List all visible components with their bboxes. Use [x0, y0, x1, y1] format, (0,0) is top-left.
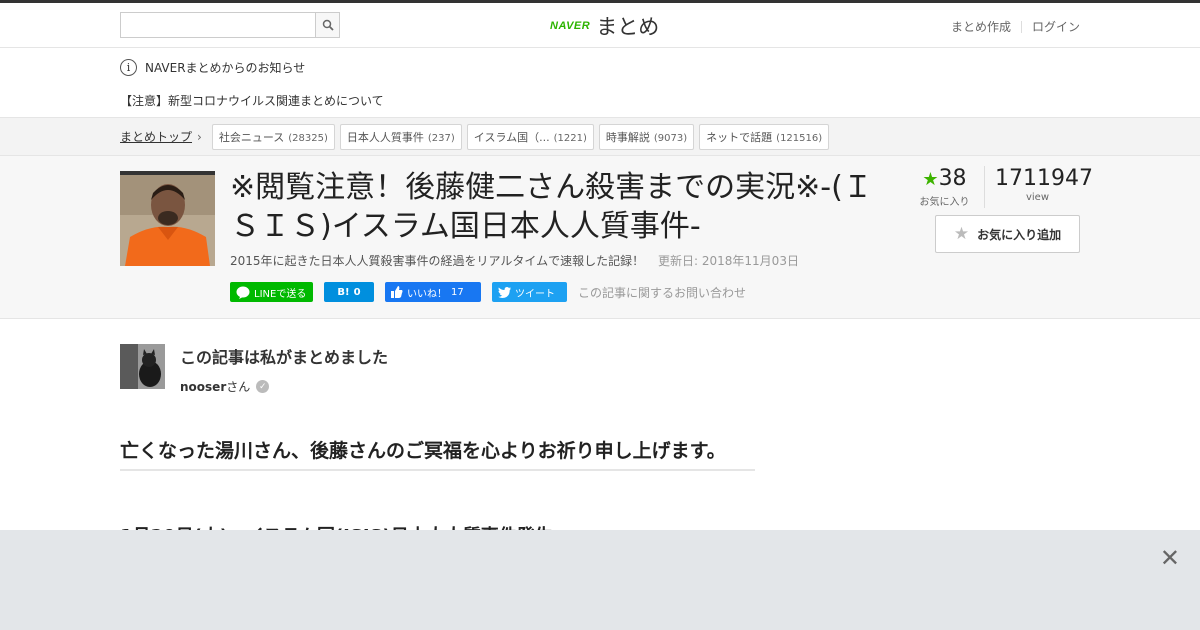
facebook-like-count: 17: [451, 286, 464, 298]
notice-header[interactable]: i NAVERまとめからのお知らせ: [120, 48, 1200, 86]
tag-label: イスラム国（...: [473, 130, 550, 144]
tag-count: (237): [427, 132, 455, 144]
inquiry-link[interactable]: この記事に関するお問い合わせ: [578, 284, 746, 301]
view-count: 1711947: [995, 166, 1093, 191]
tag-count: (121516): [776, 132, 823, 144]
tag-label: 時事解説: [605, 130, 650, 144]
updated-date: 更新日: 2018年11月03日: [658, 254, 799, 268]
search-icon: [322, 19, 334, 31]
tag-link[interactable]: 時事解説 (9073): [598, 123, 695, 150]
add-favorite-label: お気に入り追加: [977, 227, 1062, 242]
notice-area: i NAVERまとめからのお知らせ 【注意】新型コロナウイルス関連まとめについて: [0, 48, 1200, 118]
article-stats: ★38 お気に入り 1711947 view: [915, 166, 1093, 208]
tweet-button[interactable]: ツイート: [492, 282, 567, 302]
hatena-bookmark-button[interactable]: B! 0: [324, 282, 374, 302]
header-links: まとめ作成 ログイン: [951, 18, 1080, 35]
breadcrumb: まとめトップ › 社会ニュース (28325) 日本人人質事件 (237) イスラム…: [0, 118, 1200, 156]
tag-label: 日本人人質事件: [346, 130, 424, 144]
logo-naver: NAVER: [550, 20, 591, 32]
author-info: この記事は私がまとめました nooserさん ✓: [180, 344, 388, 395]
author-name-row[interactable]: nooserさん ✓: [180, 378, 388, 395]
hatena-icon: B!: [337, 286, 350, 298]
line-icon: [236, 286, 250, 299]
ad-overlay-banner: ✕: [0, 530, 1200, 630]
avatar[interactable]: [120, 344, 165, 389]
tag-count: (1221): [553, 132, 587, 144]
close-icon[interactable]: ✕: [1160, 546, 1180, 570]
facebook-like-label: いいね！: [407, 288, 447, 300]
favorites-count: 38: [938, 166, 967, 191]
share-row: LINEで送る B! 0 いいね！ 17 ツイート この記事に関するお問い合わせ: [230, 282, 746, 302]
description-text: 2015年に起きた日本人人質殺害事件の経過をリアルタイムで速報した記録！: [230, 254, 645, 268]
link-divider: [1020, 20, 1022, 33]
author-name: nooser: [180, 380, 227, 394]
content-heading: 亡くなった湯川さん、後藤さんのご冥福を心よりお祈り申し上げます。: [120, 438, 755, 471]
create-matome-link[interactable]: まとめ作成: [951, 18, 1011, 35]
article-thumbnail: [120, 171, 215, 266]
line-share-button[interactable]: LINEで送る: [230, 282, 313, 302]
search-button[interactable]: [315, 12, 340, 38]
tag-count: (28325): [288, 132, 328, 144]
line-share-label: LINEで送る: [254, 288, 307, 300]
twitter-bird-icon: [498, 286, 511, 298]
info-icon: i: [120, 58, 137, 76]
search-form: [120, 12, 340, 38]
site-logo[interactable]: NAVER まとめ: [550, 11, 659, 41]
article-description: 2015年に起きた日本人人質殺害事件の経過をリアルタイムで速報した記録！ 更新日…: [230, 252, 799, 269]
site-header: NAVER まとめ まとめ作成 ログイン: [0, 3, 1200, 48]
notice-item-link[interactable]: 【注意】新型コロナウイルス関連まとめについて: [120, 92, 1200, 109]
tag-link[interactable]: 日本人人質事件 (237): [339, 123, 462, 150]
facebook-like-button[interactable]: いいね！ 17: [385, 282, 481, 302]
verified-check-icon: ✓: [256, 380, 270, 393]
hatena-count: 0: [353, 286, 361, 298]
login-link[interactable]: ログイン: [1032, 18, 1080, 35]
logo-matome: まとめ: [596, 15, 660, 39]
add-favorite-button[interactable]: ★ お気に入り追加: [935, 215, 1080, 253]
thumbs-up-icon: [391, 286, 403, 298]
star-outline-icon: ★: [953, 224, 970, 244]
author-block: この記事は私がまとめました nooserさん ✓: [120, 344, 388, 395]
article-title: ※閲覧注意！後藤健二さん殺害までの実況※-(ＩＳＩＳ)イスラム国日本人人質事件-: [230, 170, 873, 244]
view-label: view: [1025, 192, 1050, 203]
notice-title: NAVERまとめからのお知らせ: [145, 60, 306, 75]
tag-count: (9073): [653, 132, 688, 144]
search-input[interactable]: [120, 12, 315, 38]
tag-link[interactable]: ネットで話題 (121516): [699, 123, 830, 150]
favorites-stat: ★38 お気に入り: [915, 166, 985, 208]
tweet-label: ツイート: [515, 288, 555, 300]
tag-label: 社会ニュース: [218, 130, 285, 144]
tag-link[interactable]: 社会ニュース (28325): [211, 123, 335, 150]
chevron-right-icon: ›: [197, 129, 202, 144]
star-icon: ★: [922, 169, 939, 190]
article-header: ※閲覧注意！後藤健二さん殺害までの実況※-(ＩＳＩＳ)イスラム国日本人人質事件-…: [0, 156, 1200, 319]
author-heading: この記事は私がまとめました: [180, 348, 389, 367]
tag-link[interactable]: イスラム国（... (1221): [466, 123, 594, 150]
favorites-label: お気に入り: [919, 197, 970, 208]
view-stat: 1711947 view: [985, 166, 1093, 208]
tag-label: ネットで話題: [706, 130, 773, 144]
breadcrumb-top-link[interactable]: まとめトップ: [120, 128, 192, 145]
author-suffix: さん: [226, 380, 251, 394]
